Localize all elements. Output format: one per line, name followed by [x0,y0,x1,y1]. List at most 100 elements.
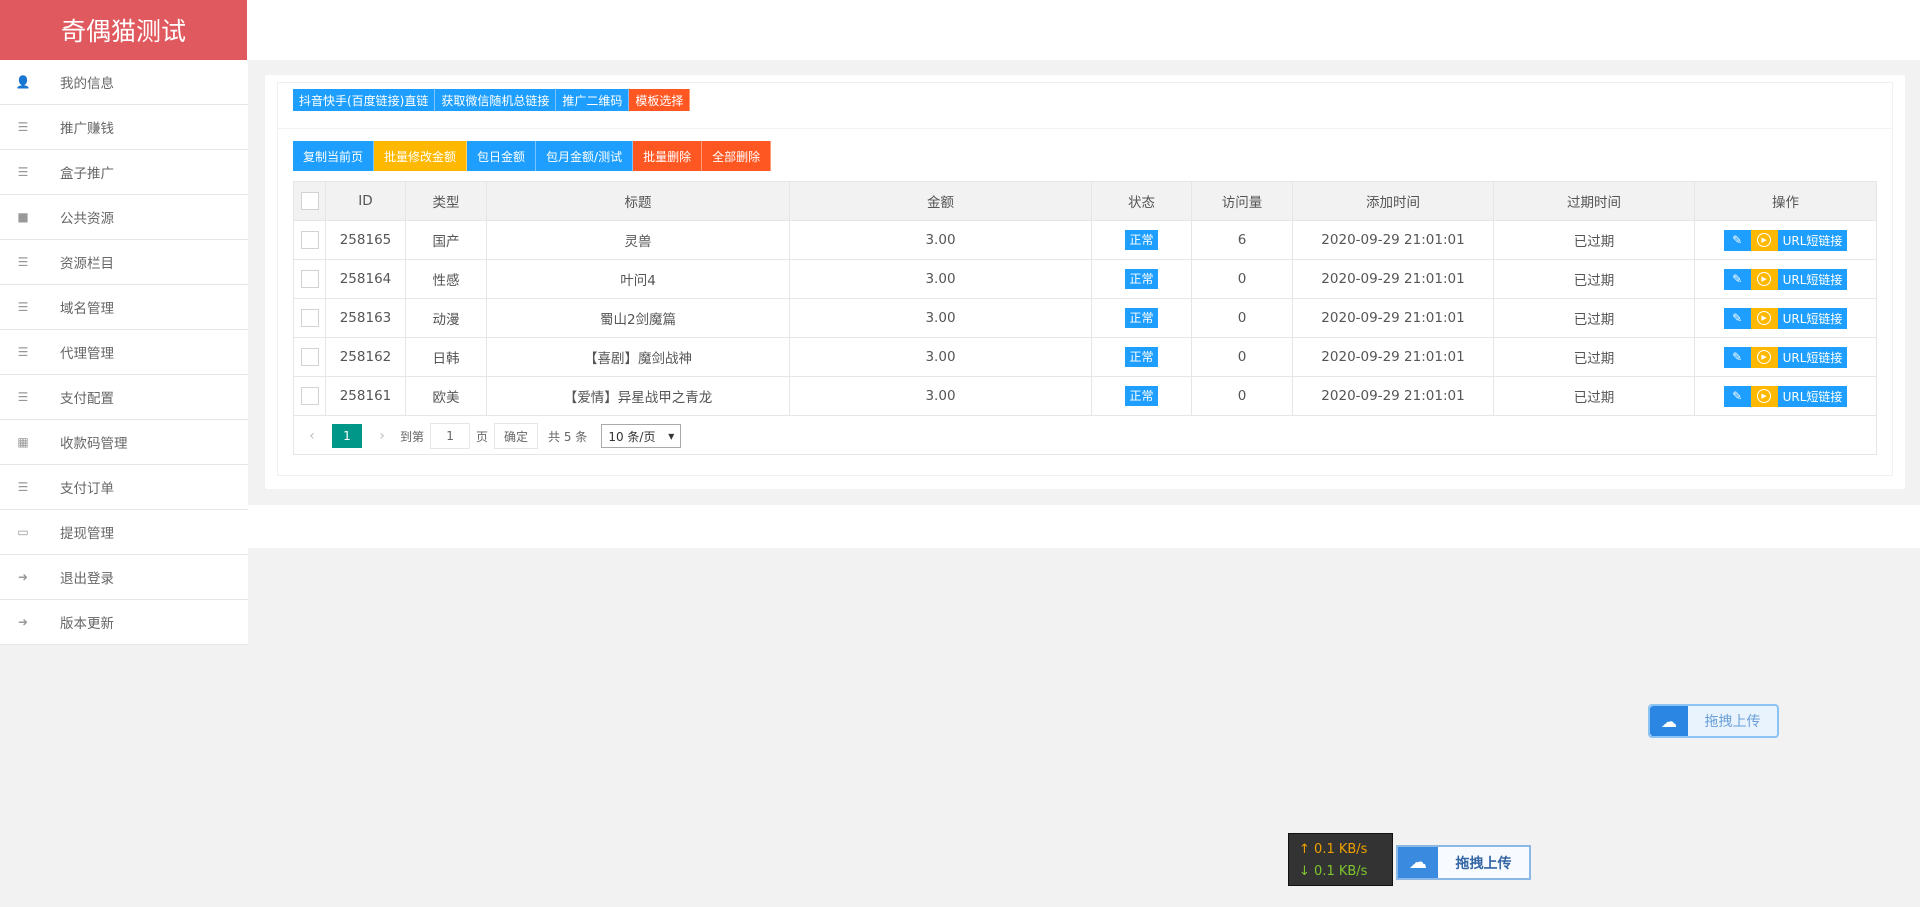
row-checkbox[interactable] [300,309,319,327]
sidebar-item-label: 盒子推广 [60,166,114,182]
sidebar-item[interactable]: ☰ 代理管理 [0,330,248,375]
cell-added: 2020-09-29 21:01:01 [1292,298,1494,338]
sidebar-item[interactable]: ➜ 版本更新 [0,600,248,645]
col-added[interactable]: 添加时间 [1292,181,1494,221]
sidebar-item-label: 版本更新 [60,616,114,632]
col-status[interactable]: 状态 [1091,181,1192,221]
cell-id: 258163 [325,298,406,338]
goto-label: 到第 [400,429,425,444]
play-icon[interactable]: ▶ [1750,229,1778,251]
upload-speed-value: 0.1 KB/s [1314,842,1368,857]
sidebar-item[interactable]: ☰ 推广赚钱 [0,105,248,150]
sidebar-item[interactable]: ☰ 资源栏目 [0,240,248,285]
col-expire[interactable]: 过期时间 [1493,181,1695,221]
col-title[interactable]: 标题 [486,181,790,221]
col-type[interactable]: 类型 [405,181,487,221]
footer-strip [248,505,1920,548]
play-icon[interactable]: ▶ [1750,346,1778,368]
edit-icon[interactable]: ✎ [1723,385,1751,407]
col-visits[interactable]: 访问量 [1191,181,1293,221]
prev-page-icon[interactable]: ‹ [300,428,324,444]
resource-table: ID 类型 标题 金额 状态 访问量 添加时间 过期时间 操作 258165 国产… [293,181,1877,416]
play-icon[interactable]: ▶ [1750,268,1778,290]
select-all-checkbox[interactable] [300,192,319,210]
sidebar-item[interactable]: ☰ 支付订单 [0,465,248,510]
row-checkbox[interactable] [300,348,319,366]
row-checkbox[interactable] [300,270,319,288]
sidebar-item[interactable]: ▦ 收款码管理 [0,420,248,465]
toolbar2-button[interactable]: 包月金额/测试 [536,141,634,171]
cell-amount: 3.00 [789,337,1092,377]
sidebar-item[interactable]: ☰ 盒子推广 [0,150,248,195]
col-id[interactable]: ID [325,181,406,221]
toolbar2-button[interactable]: 包日金额 [467,141,537,171]
edit-icon[interactable]: ✎ [1723,346,1751,368]
sidebar-item-label: 代理管理 [60,346,114,362]
cell-status: 正常 [1091,376,1192,416]
sidebar-item[interactable]: ☰ 支付配置 [0,375,248,420]
row-select-cell [293,298,326,338]
cell-expire: 已过期 [1493,337,1695,377]
download-speed: ↓ 0.1 KB/s [1299,861,1382,883]
arrow-up-icon: ↑ [1299,842,1310,857]
sidebar-item[interactable]: ☰ 域名管理 [0,285,248,330]
toolbar1-button[interactable]: 模板选择 [629,89,691,111]
table-row: 258165 国产 灵兽 3.00 正常 6 2020-09-29 21:01:01 已过期 ✎… [293,220,1877,260]
toolbar2-button[interactable]: 复制当前页 [293,141,375,171]
sidebar-item-label: 收款码管理 [60,436,128,452]
toolbar1-button[interactable]: 获取微信随机总链接 [435,89,557,111]
toolbar2-button[interactable]: 批量删除 [633,141,703,171]
sidebar-item[interactable]: ■ 公共资源 [0,195,248,240]
url-shortlink-button[interactable]: URL短链接 [1777,346,1848,368]
row-checkbox[interactable] [300,387,319,405]
cell-visits: 0 [1191,298,1293,338]
drag-upload-widget[interactable]: ☁ 拖拽上传 [1648,704,1779,738]
page-size-select[interactable]: 10 条/页 ▾ [601,424,682,448]
goto-confirm-button[interactable]: 确定 [494,423,539,449]
cell-visits: 0 [1191,337,1293,377]
toolbar1-button[interactable]: 推广二维码 [556,89,630,111]
url-shortlink-button[interactable]: URL短链接 [1777,229,1848,251]
status-badge[interactable]: 正常 [1125,269,1158,289]
drag-upload-widget-2[interactable]: ☁ 拖拽上传 [1396,845,1531,880]
cell-id: 258165 [325,220,406,260]
toolbar2-button[interactable]: 批量修改金额 [374,141,468,171]
page-number-input[interactable]: 1 [430,423,471,449]
col-amount[interactable]: 金额 [789,181,1092,221]
row-checkbox[interactable] [300,231,319,249]
play-icon[interactable]: ▶ [1750,307,1778,329]
status-badge[interactable]: 正常 [1125,347,1158,367]
sidebar-item[interactable]: ▭ 提现管理 [0,510,248,555]
play-icon[interactable]: ▶ [1750,385,1778,407]
sidebar-item[interactable]: 👤 我的信息 [0,60,248,105]
cell-ops: ✎ ▶ URL短链接 [1694,376,1877,416]
pagination: ‹ 1 › 到第 1 页 确定 共 5 条 10 条/页 ▾ [300,423,682,449]
url-shortlink-button[interactable]: URL短链接 [1777,268,1848,290]
edit-icon[interactable]: ✎ [1723,229,1751,251]
cloud-upload-icon: ☁ [1398,847,1438,878]
table-header-row: ID 类型 标题 金额 状态 访问量 添加时间 过期时间 操作 [293,181,1877,221]
cell-status: 正常 [1091,298,1192,338]
cell-added: 2020-09-29 21:01:01 [1292,376,1494,416]
url-shortlink-button[interactable]: URL短链接 [1777,307,1848,329]
toolbar1-button[interactable]: 抖音快手(百度链接)直链 [293,89,436,111]
user-icon: 👤 [15,75,31,89]
sidebar-nav: 👤 我的信息 ☰ 推广赚钱 ☰ 盒子推广 ■ 公共资源 ☰ 资源栏目 ☰ 域名管理 ☰ 代理管理 ☰ 支付配置… [0,60,248,645]
status-badge[interactable]: 正常 [1125,230,1158,250]
sidebar-item[interactable]: ➜ 退出登录 [0,555,248,600]
cell-visits: 0 [1191,376,1293,416]
next-page-icon[interactable]: › [370,428,394,444]
status-badge[interactable]: 正常 [1125,386,1158,406]
cell-type: 欧美 [405,376,487,416]
url-shortlink-button[interactable]: URL短链接 [1777,385,1848,407]
edit-icon[interactable]: ✎ [1723,307,1751,329]
signout-icon: ➜ [17,570,29,584]
toolbar2-button[interactable]: 全部删除 [702,141,772,171]
table-row: 258163 动漫 蜀山2剑魔篇 3.00 正常 0 2020-09-29 21:01:01… [293,298,1877,338]
edit-icon[interactable]: ✎ [1723,268,1751,290]
current-page[interactable]: 1 [332,424,362,448]
cell-added: 2020-09-29 21:01:01 [1292,259,1494,299]
cell-amount: 3.00 [789,220,1092,260]
status-badge[interactable]: 正常 [1125,308,1158,328]
row-select-cell [293,337,326,377]
